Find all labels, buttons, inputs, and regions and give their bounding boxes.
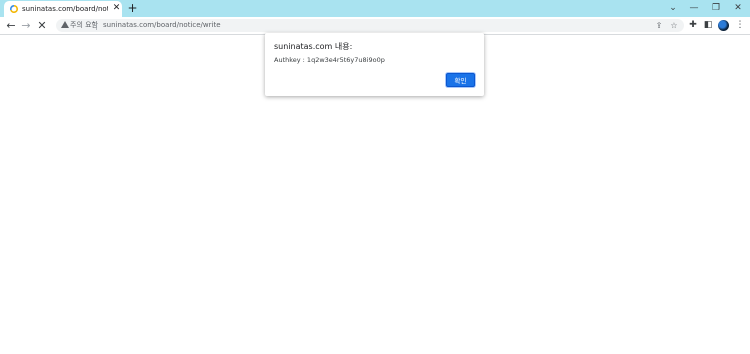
bookmark-star-icon[interactable]: ☆ (668, 20, 680, 31)
tab-strip: suninatas.com/board/notice/wr ✕ + ⌄ — ❐ … (0, 0, 750, 17)
profile-avatar[interactable] (718, 20, 729, 31)
new-tab-button[interactable]: + (126, 1, 139, 15)
address-bar[interactable]: 주의 요함 | suninatas.com/board/notice/write… (56, 19, 684, 32)
tab-title: suninatas.com/board/notice/wr (22, 5, 108, 13)
minimize-button[interactable]: — (684, 0, 704, 17)
back-button[interactable]: ← (4, 18, 18, 33)
share-icon[interactable]: ⇪ (653, 20, 665, 31)
security-status[interactable]: 주의 요함 (70, 20, 98, 31)
dialog-title: suninatas.com 내용: (274, 42, 353, 51)
extensions-icon[interactable]: ✚ (687, 19, 699, 32)
forward-button[interactable]: → (19, 18, 33, 33)
stop-loading-button[interactable]: ✕ (35, 18, 49, 33)
window-close-button[interactable]: ✕ (728, 0, 748, 17)
loading-spinner-icon (10, 5, 18, 13)
alert-dialog: suninatas.com 내용: Authkey : 1q2w3e4r5t6y… (265, 33, 484, 96)
tab-search-icon[interactable]: ⌄ (663, 0, 683, 17)
restore-button[interactable]: ❐ (706, 0, 726, 17)
url-separator: | (95, 21, 98, 30)
tab-close-icon[interactable]: ✕ (111, 3, 122, 14)
warning-icon[interactable] (61, 21, 69, 28)
ok-button[interactable]: 확인 (446, 73, 475, 87)
dialog-message: Authkey : 1q2w3e4r5t6y7u8i9o0p (274, 56, 385, 64)
side-panel-icon[interactable]: ◧ (702, 19, 714, 32)
url-text[interactable]: suninatas.com/board/notice/write (103, 20, 221, 31)
menu-icon[interactable]: ⋮ (734, 19, 746, 32)
browser-tab[interactable]: suninatas.com/board/notice/wr ✕ (4, 1, 122, 17)
